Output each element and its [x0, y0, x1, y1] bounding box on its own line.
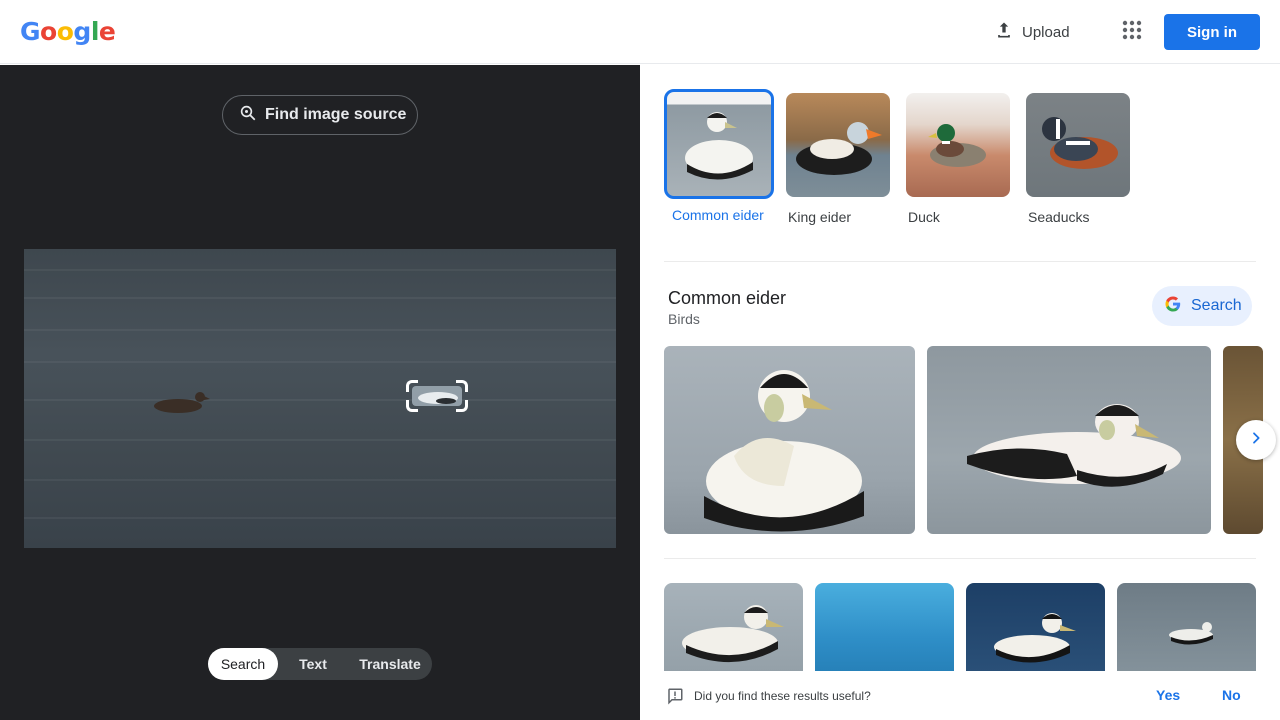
image-preview-panel: Find image source Search Text Translate — [0, 65, 640, 720]
chip-thumbnail — [786, 93, 890, 197]
top-bar: Google Upload Sign in — [0, 0, 1280, 64]
section-divider — [664, 558, 1256, 559]
section-divider — [664, 261, 1256, 262]
related-chips: Common eider King eider Duck Seaducks — [664, 89, 1132, 227]
result-thumbnail[interactable] — [966, 583, 1105, 673]
google-g-icon — [1164, 295, 1182, 318]
feedback-no-button[interactable]: No — [1222, 687, 1241, 703]
upload-label: Upload — [1022, 23, 1070, 41]
mode-switcher: Search Text Translate — [208, 648, 432, 680]
crop-corner-bottom-right[interactable] — [456, 400, 468, 412]
entity-search-label: Search — [1191, 297, 1242, 314]
crop-corner-bottom-left[interactable] — [406, 400, 418, 412]
chevron-right-icon — [1248, 430, 1264, 451]
chip-common-eider[interactable]: Common eider — [664, 89, 774, 227]
sign-in-button[interactable]: Sign in — [1164, 14, 1260, 50]
tab-translate[interactable]: Translate — [348, 648, 432, 680]
chip-label: Seaducks — [1028, 209, 1090, 225]
logo-letter: o — [56, 17, 74, 46]
uploaded-image — [24, 249, 616, 548]
tab-search[interactable]: Search — [208, 648, 278, 680]
entity-search-button[interactable]: Search — [1152, 286, 1252, 326]
chip-king-eider[interactable]: King eider — [784, 89, 892, 227]
feedback-yes-button[interactable]: Yes — [1156, 687, 1180, 703]
logo-letter: l — [90, 17, 100, 46]
result-thumbnail[interactable] — [1117, 583, 1256, 673]
apps-grid-icon — [1122, 20, 1142, 45]
results-panel: Common eider King eider Duck Seaducks Co… — [640, 65, 1280, 720]
crop-corner-top-right[interactable] — [456, 380, 468, 392]
chip-label: King eider — [788, 209, 852, 225]
duck-female-shape — [154, 392, 210, 413]
crop-corner-top-left[interactable] — [406, 380, 418, 392]
feedback-bar: Did you find these results useful? Yes N… — [640, 671, 1280, 720]
chip-thumbnail — [1026, 93, 1130, 197]
find-image-source-label: Find image source — [265, 106, 407, 123]
logo-letter: o — [40, 17, 57, 46]
upload-button[interactable]: Upload — [986, 14, 1080, 50]
chip-thumbnail — [664, 89, 774, 199]
chip-duck[interactable]: Duck — [904, 89, 1012, 227]
chip-seaducks[interactable]: Seaducks — [1024, 89, 1132, 227]
result-thumbnail[interactable] — [664, 583, 803, 673]
result-image[interactable] — [664, 346, 915, 534]
feedback-icon — [666, 687, 684, 710]
find-image-source-button[interactable]: Find image source — [222, 95, 418, 135]
result-thumbnail[interactable] — [815, 583, 954, 673]
carousel-next-button[interactable] — [1236, 420, 1276, 460]
entity-title: Common eider — [668, 288, 787, 308]
selection-crop-box[interactable] — [406, 380, 468, 412]
upload-icon — [994, 20, 1014, 44]
logo-letter: g — [73, 17, 91, 46]
logo-letter: G — [20, 17, 41, 46]
image-search-icon — [239, 104, 257, 127]
apps-button[interactable] — [1114, 14, 1150, 50]
google-logo[interactable]: Google — [20, 17, 116, 46]
chip-label: Common eider — [672, 207, 764, 223]
feedback-question: Did you find these results useful? — [694, 689, 871, 703]
result-image[interactable] — [927, 346, 1211, 534]
chip-thumbnail — [906, 93, 1010, 197]
logo-letter: e — [98, 17, 116, 46]
tab-text[interactable]: Text — [278, 648, 348, 680]
chip-label: Duck — [908, 209, 940, 225]
entity-subtitle: Birds — [668, 311, 700, 327]
